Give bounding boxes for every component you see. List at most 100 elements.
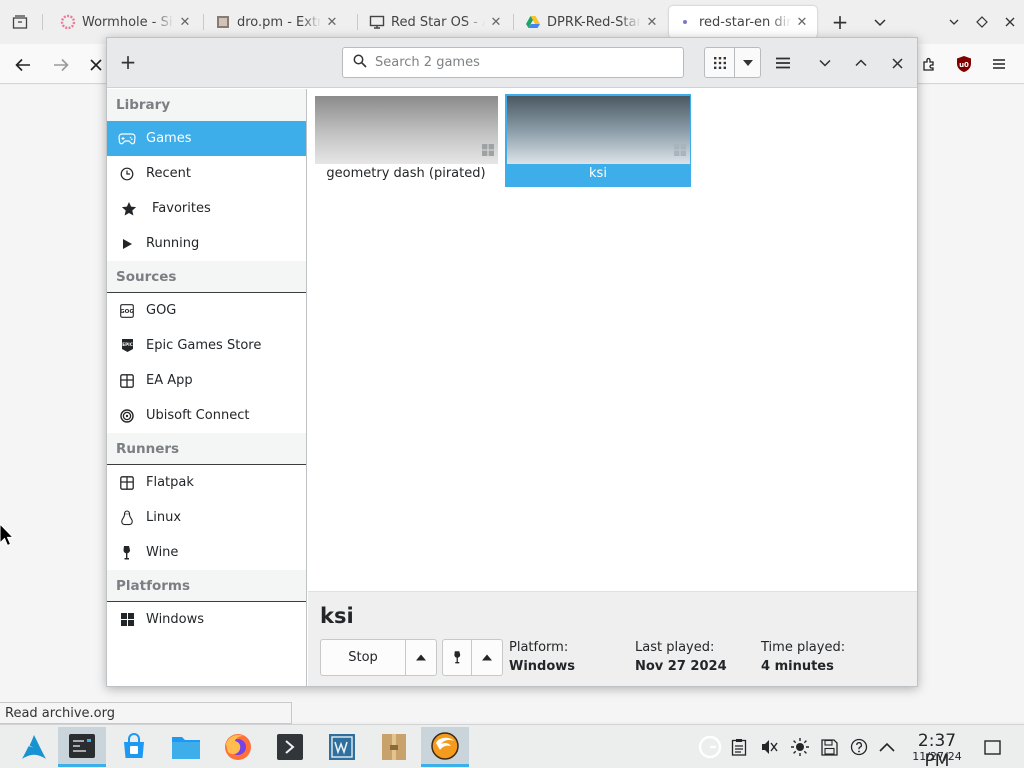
sidebar-item-flatpak[interactable]: Flatpak [107,465,306,500]
tab-title: Wormhole - Sim [82,14,174,30]
close-icon[interactable]: ✕ [645,15,659,30]
maximize-chevron-icon[interactable] [849,51,873,75]
sidebar-item-label: Ubisoft Connect [146,408,250,423]
hamburger-menu-icon[interactable] [988,53,1010,75]
epic-icon: EPIC [118,337,136,355]
ublock-shield-icon[interactable]: u0 [953,53,975,75]
extensions-puzzle-icon[interactable] [918,53,940,75]
close-icon[interactable]: ✕ [178,15,192,30]
help-question-icon[interactable] [849,737,869,757]
ea-icon [118,372,136,390]
stop-loading-icon[interactable] [85,54,107,76]
section-header-sources: Sources [107,261,306,293]
forward-arrow-icon[interactable] [50,54,72,76]
close-window-icon[interactable] [1000,12,1020,32]
save-disk-icon[interactable] [819,737,839,757]
sidebar-item-games[interactable]: Games [107,121,306,156]
svg-text:EPIC: EPIC [122,342,133,347]
gamepad-icon [118,130,136,148]
sidebar-item-label: GOG [146,303,177,318]
sidebar-item-ea-app[interactable]: EA App [107,363,306,398]
view-dropdown-arrow-icon[interactable] [735,48,760,77]
grid-view-icon[interactable] [705,48,735,77]
terminal-app-icon[interactable] [58,727,106,767]
monitor-icon [369,14,385,30]
minimize-chevron-icon[interactable] [813,51,837,75]
sidebar-item-running[interactable]: Running [107,226,306,261]
game-banner [507,96,690,164]
sidebar: Library Games Recent Favorites Running S… [107,89,307,686]
last-played-info: Last played: Nov 27 2024 [635,640,727,674]
brightness-icon[interactable] [790,737,810,757]
svg-text:GOG: GOG [120,309,134,315]
clipboard-icon[interactable] [729,737,749,757]
firefox-icon[interactable] [214,727,262,767]
tab-dro[interactable]: dro.pm - Extre ✕ [207,6,347,38]
sidebar-item-favorites[interactable]: Favorites [107,191,306,226]
close-icon[interactable]: ✕ [325,15,339,30]
section-header-library: Library [107,89,306,121]
tab-overview-icon[interactable] [10,12,30,32]
sidebar-item-recent[interactable]: Recent [107,156,306,191]
volume-muted-icon[interactable] [759,737,779,757]
game-tile-ksi[interactable]: ksi [505,94,691,187]
runner-button-group [442,639,503,676]
close-icon[interactable] [885,51,909,75]
platform-value: Windows [509,659,576,674]
sidebar-item-label: Favorites [152,201,211,216]
store-icon[interactable] [110,727,158,767]
close-icon[interactable]: ✕ [489,15,503,30]
console-icon[interactable] [266,727,314,767]
sidebar-item-epic[interactable]: EPIC Epic Games Store [107,328,306,363]
tab-red-star-en[interactable]: red-star-en dir ✕ [669,6,817,38]
sidebar-item-windows[interactable]: Windows [107,602,306,637]
folder-icon[interactable] [162,727,210,767]
add-game-button[interactable]: + [115,49,141,75]
search-input[interactable] [375,55,665,70]
search-box[interactable] [342,47,684,78]
tab-dprk-red-star[interactable]: DPRK-Red-Star ✕ [517,6,667,38]
sidebar-item-label: Linux [146,510,182,525]
sidebar-item-wine[interactable]: Wine [107,535,306,570]
google-drive-icon [525,14,541,30]
sidebar-item-ubisoft[interactable]: Ubisoft Connect [107,398,306,433]
back-arrow-icon[interactable] [12,54,34,76]
archive-icon[interactable] [370,727,418,767]
game-tile-geometry-dash[interactable]: geometry dash (pirated) [313,94,499,187]
arch-launcher-icon[interactable] [10,727,58,767]
close-icon[interactable]: ✕ [795,15,809,30]
clock-date[interactable]: 11/27/24 [905,750,969,763]
tray-expand-chevron-icon[interactable] [877,737,897,757]
section-header-runners: Runners [107,433,306,465]
stop-menu-arrow-icon[interactable] [406,640,436,675]
maximize-diamond-icon[interactable] [972,12,992,32]
view-mode-toggle[interactable] [704,47,761,78]
game-banner [315,96,498,164]
new-tab-button[interactable]: + [828,10,852,34]
status-bar: Read archive.org [0,702,292,724]
sidebar-item-gog[interactable]: GOG GOG [107,293,306,328]
sidebar-item-label: Epic Games Store [146,338,262,353]
vm-icon[interactable] [318,727,366,767]
play-icon [118,235,136,253]
g-tray-icon[interactable] [698,735,722,759]
sidebar-item-label: Wine [146,545,179,560]
tab-wormhole[interactable]: Wormhole - Sim ✕ [52,6,200,38]
wine-icon [118,544,136,562]
lutris-icon[interactable] [421,727,469,767]
linux-icon [118,509,136,527]
tab-list-chevron-icon[interactable] [870,12,890,32]
sidebar-item-linux[interactable]: Linux [107,500,306,535]
runner-menu-arrow-icon[interactable] [472,640,502,675]
tab-separator [203,14,204,30]
search-icon [353,54,367,72]
sidebar-item-label: Running [146,236,200,251]
sidebar-item-label: Games [146,131,192,146]
show-desktop-icon[interactable] [982,737,1002,757]
main-menu-icon[interactable] [771,51,795,75]
tab-red-star-os[interactable]: Red Star OS - A ✕ [361,6,511,38]
minimize-chevron-icon[interactable] [944,12,964,32]
stop-button[interactable]: Stop [321,640,406,675]
wine-runner-icon[interactable] [443,640,472,675]
tab-title: Red Star OS - A [391,14,485,30]
